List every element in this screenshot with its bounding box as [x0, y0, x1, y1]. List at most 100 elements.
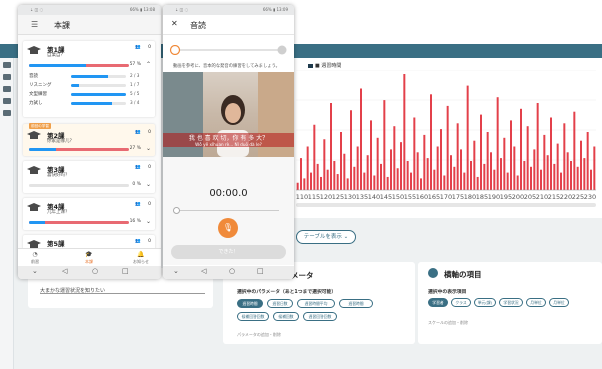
page-title: 本課 — [54, 21, 70, 30]
home-icon[interactable]: ○ — [229, 267, 235, 275]
nav-main-lessons[interactable]: 🎓 本課 — [74, 251, 104, 265]
close-icon[interactable]: ✕ — [171, 19, 178, 28]
menu-icon[interactable] — [3, 62, 11, 68]
nav-notifications[interactable]: 🔔 お知らせ — [126, 251, 156, 265]
chart-bar — [433, 169, 436, 190]
people-icon: 👥 — [135, 45, 141, 50]
calendar-icon[interactable] — [3, 98, 11, 104]
chart-bar — [343, 153, 346, 190]
recents-icon[interactable]: □ — [122, 267, 129, 275]
playback-knob[interactable] — [173, 207, 180, 214]
chart-bar — [473, 140, 476, 190]
home-icon[interactable]: ○ — [92, 267, 98, 275]
axis-pill[interactable]: 学習者 — [428, 298, 448, 307]
axis-pill[interactable]: 月単位 — [549, 298, 569, 307]
graduation-cap-icon — [27, 166, 41, 174]
status-left: ⇣ ◫ ◌ — [30, 7, 44, 12]
playback-track[interactable] — [179, 210, 279, 211]
param-pill[interactable]: 候補回数 — [273, 312, 299, 321]
axis-pill[interactable]: 学習状況 — [499, 298, 523, 307]
axis-pill[interactable]: クラス — [451, 298, 471, 307]
chevron-down-icon[interactable]: ⌄ — [146, 218, 151, 225]
lesson-list-phone: ⇣ ◫ ◌ 66% ▮ 13:08 ☰ 本課 第1課 自業自？ 👥 0 57 %… — [18, 5, 161, 279]
show-table-button[interactable]: テーブルを表示 ⌄ — [296, 230, 356, 244]
chart-bar — [330, 103, 332, 190]
chart-x-tick-label: 200 — [512, 193, 524, 201]
param-pill[interactable]: 週習時間平均 — [297, 299, 335, 308]
lesson-card-2[interactable]: 前回の学習 第2課 你家是哪儿？ 👥 0 27 % ⌄ — [23, 123, 155, 156]
lesson-count: 0 — [148, 45, 151, 50]
chart-bar — [590, 169, 592, 190]
skill-label: 力試し — [29, 101, 43, 106]
lesson-count: 0 — [148, 239, 151, 244]
lesson-card-1[interactable]: 第1課 自業自？ 👥 0 57 % ⌃ 音読 2 / 3 リスニング 1 / 7… — [23, 41, 155, 117]
axis-pill[interactable]: 単元(課) — [474, 298, 496, 307]
nav-review[interactable]: ◔ 前習 — [20, 251, 50, 265]
param-pill[interactable]: 週習時間 — [339, 299, 373, 308]
chart-bar — [576, 166, 579, 190]
chart-bar — [546, 155, 549, 190]
chevron-down-icon: ⌄ — [343, 234, 349, 240]
param-pill[interactable]: 週習日数 — [267, 299, 293, 308]
back-icon[interactable]: ◁ — [201, 267, 206, 275]
chart-bar — [313, 124, 316, 190]
lesson-card-3[interactable]: 第3課 喜快好吗？ 👥 0 0 % ⌄ — [23, 161, 155, 193]
chart-bar — [320, 176, 322, 190]
dashboard-icon[interactable] — [3, 74, 11, 80]
legend-label: ■ 週習時間 — [315, 63, 342, 69]
hamburger-menu-icon[interactable]: ☰ — [31, 20, 38, 29]
chart-bar — [443, 175, 446, 190]
lesson-percent: 0 % — [132, 182, 141, 187]
chart-bar — [400, 142, 402, 190]
users-icon[interactable] — [3, 86, 11, 92]
chart-bar — [420, 178, 422, 190]
done-button[interactable]: できた！ — [171, 245, 286, 259]
microphone-record-button[interactable]: 🎙 — [218, 218, 238, 238]
chart-bar — [556, 143, 559, 190]
progress-fill — [29, 64, 86, 67]
param-pill[interactable]: 候補回答回数 — [237, 312, 269, 321]
chart-bar — [513, 146, 516, 190]
example-video[interactable]: 我 也 喜 欢 切，你 有 多 大？ Wǒ yě xǐhuan rè... Nǐ… — [163, 72, 294, 157]
lesson-card-4[interactable]: 第4課 几年上课？ 👥 0 16 % ⌄ — [23, 198, 155, 230]
chart-bar — [323, 139, 326, 190]
purpose-select-underline — [40, 293, 205, 294]
chart-x-tick-label: 195 — [500, 193, 512, 201]
lesson-percent: 16 % — [129, 219, 141, 224]
bell-icon: 🔔 — [137, 251, 145, 258]
keyboard-hide-icon[interactable]: ⌄ — [173, 267, 179, 275]
chevron-up-icon[interactable]: ⌃ — [146, 61, 151, 68]
chart-x-tick-label: 185 — [476, 193, 488, 201]
instruction-text: 動画を参考に、音本的な発音の練習をしてみましょう。 — [173, 64, 280, 69]
param-pill[interactable]: 週習時間 — [237, 299, 263, 308]
chart-bar — [413, 117, 416, 190]
chart-bar — [383, 100, 386, 190]
skill-value: 3 / 4 — [130, 100, 140, 105]
keyboard-hide-icon[interactable]: ⌄ — [32, 267, 38, 275]
progress-fill — [29, 148, 56, 151]
chart-bar — [310, 172, 312, 190]
chart-x-tick-label: 175 — [452, 193, 464, 201]
back-icon[interactable]: ◁ — [62, 267, 67, 275]
lesson-subtitle: 几年上课？ — [47, 210, 70, 215]
parameter-card-subtitle: 選択中のパラメータ（あと1つまで選択可能） — [237, 290, 337, 295]
chart-bar — [396, 168, 399, 190]
chart-bar — [296, 182, 299, 190]
param-pill[interactable]: 週習回答回数 — [303, 312, 337, 321]
subtitle-pinyin: Wǒ yě xǐhuan rè... Nǐ duō dà le? — [163, 142, 294, 147]
chart-bar — [490, 152, 492, 190]
graduation-cap-icon — [27, 131, 41, 139]
chart-bar — [356, 146, 359, 190]
axis-pill[interactable]: 月単位 — [526, 298, 546, 307]
settings-icon[interactable] — [3, 110, 11, 116]
chevron-down-icon[interactable]: ⌄ — [146, 145, 151, 152]
chart-bar — [350, 110, 352, 190]
lesson-progress-bar — [29, 221, 129, 224]
lesson-progress-bar — [29, 148, 129, 151]
parameter-card-footer[interactable]: パラメータの追加・削除 — [237, 332, 281, 338]
chevron-down-icon[interactable]: ⌄ — [146, 181, 151, 188]
axis-card-footer[interactable]: スケールの追加・削除 — [428, 320, 468, 326]
chart-bar — [393, 126, 396, 190]
review-icon: ◔ — [32, 251, 38, 258]
recents-icon[interactable]: □ — [257, 267, 264, 275]
